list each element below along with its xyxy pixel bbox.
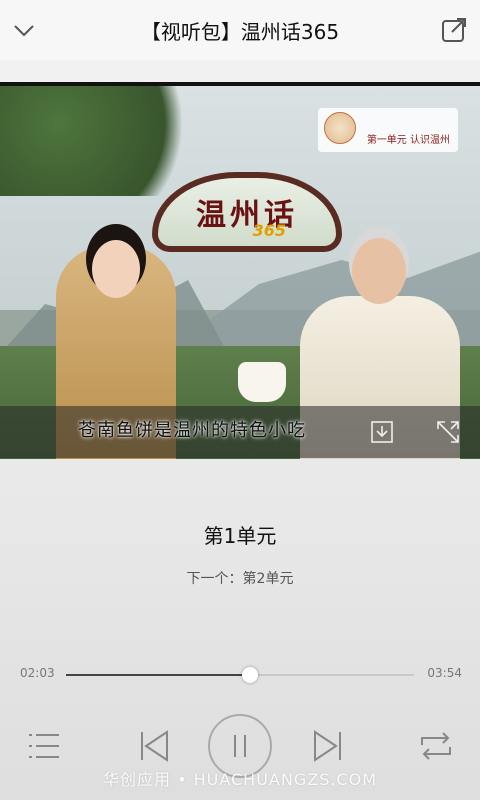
next-button[interactable]: [306, 724, 350, 768]
seek-fill: [66, 674, 251, 676]
download-icon: [371, 421, 393, 443]
total-time: 03:54: [427, 666, 462, 680]
previous-icon: [141, 730, 168, 762]
download-button[interactable]: [366, 416, 398, 448]
video-subtitle: 苍南鱼饼是温州的特色小吃: [78, 420, 306, 441]
fullscreen-button[interactable]: [432, 416, 464, 448]
progress-bar: 02:03 03:54: [0, 662, 480, 686]
page-title: 【视听包】温州话365: [140, 19, 340, 44]
top-bar: 【视听包】温州话365: [0, 0, 480, 60]
video-foliage: [0, 86, 220, 196]
playlist-icon: [29, 734, 59, 758]
repeat-button[interactable]: [414, 726, 458, 766]
seek-handle[interactable]: [242, 667, 259, 683]
track-info: 第1单元 下一个：第2单元: [0, 520, 480, 587]
playlist-button[interactable]: [22, 726, 66, 766]
unit-tag-text: 第一单元 认识温州: [366, 135, 450, 146]
share-icon: [442, 18, 466, 42]
seek-track[interactable]: [66, 667, 414, 683]
program-logo-number: 365: [252, 221, 286, 240]
current-track-title: 第1单元: [203, 524, 277, 548]
seal-icon: [324, 112, 356, 144]
share-button[interactable]: [436, 12, 472, 48]
next-track-label: 下一个：第2单元: [186, 571, 294, 587]
next-icon: [314, 730, 341, 762]
chevron-down-icon: [14, 25, 34, 37]
previous-button[interactable]: [132, 724, 176, 768]
fullscreen-icon: [437, 421, 459, 443]
watermark: 华创应用 • HUACHUANGZS.COM: [102, 770, 378, 789]
teacup: [238, 362, 286, 402]
repeat-icon: [421, 732, 451, 760]
pause-icon: [234, 735, 246, 757]
unit-tag: 第一单元 认识温州: [318, 108, 458, 152]
collapse-button[interactable]: [6, 12, 42, 48]
elapsed-time: 02:03: [20, 666, 55, 680]
video-player[interactable]: 温州话 365 第一单元 认识温州 苍南鱼饼是温州的特色小吃: [0, 82, 480, 459]
